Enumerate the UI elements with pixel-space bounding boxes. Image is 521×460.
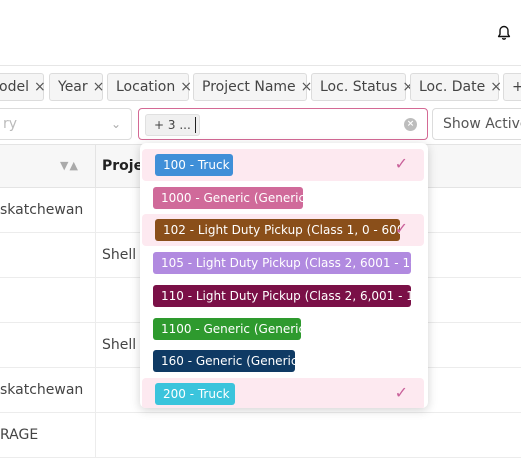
column-divider [95,278,96,323]
dropdown-option[interactable]: 1000 - Generic (Generic) [140,182,428,214]
column-divider [95,413,96,458]
table-cell: skatchewan [0,382,84,398]
dropdown-option[interactable]: 100 - Truck ✓ [142,149,424,181]
chip-label: Loc. Date [419,79,486,95]
close-icon[interactable]: × [93,79,105,95]
option-tag: 160 - Generic (Generic) [153,350,295,372]
close-icon[interactable]: × [34,79,46,95]
chip-label: Year [58,79,88,95]
check-icon: ✓ [394,219,408,238]
vehicle-type-dropdown: 100 - Truck ✓ 1000 - Generic (Generic) 102 … [140,143,428,408]
filter-chip-year[interactable]: Year × [49,73,105,101]
close-icon[interactable]: × [490,79,502,95]
vehicle-type-multiselect[interactable]: + 3 ... × [138,108,428,140]
filter-chip-loc-date[interactable]: Loc. Date × [410,73,502,101]
chip-label: Location [116,79,176,95]
clear-icon[interactable]: × [404,118,417,131]
table-row[interactable]: RAGE [0,413,521,458]
category-select[interactable]: ry ⌄ [0,108,132,140]
close-icon[interactable]: × [180,79,192,95]
filter-chip-project-name[interactable]: Project Name × [193,73,312,101]
check-icon: ✓ [394,154,408,173]
dropdown-option[interactable]: 110 - Light Duty Pickup (Class 2, 6,001 … [140,280,428,312]
show-active-select[interactable]: Show Active [432,108,521,140]
table-cell: RAGE [0,427,39,443]
bell-icon[interactable] [496,25,512,41]
dropdown-option[interactable]: 102 - Light Duty Pickup (Class 1, 0 - 60… [142,214,424,246]
top-bar [0,0,521,66]
filter-chip-model[interactable]: odel × [0,73,46,101]
option-tag: 105 - Light Duty Pickup (Class 2, 6001 -… [153,252,411,274]
option-tag: 102 - Light Duty Pickup (Class 1, 0 - 60… [155,219,400,241]
table-cell: skatchewan [0,202,84,218]
dropdown-option[interactable]: 160 - Generic (Generic) [140,345,428,377]
option-tag: 1000 - Generic (Generic) [153,187,303,209]
filter-chip-bar: odel × Year × Location × Project Name × Loc.… [0,73,521,103]
check-icon: ✓ [394,383,408,402]
chip-label: + [512,79,521,95]
option-tag: 110 - Light Duty Pickup (Class 2, 6,001 … [153,285,411,307]
column-divider[interactable] [95,145,96,189]
filter-chip-location[interactable]: Location × [107,73,192,101]
column-divider [95,368,96,413]
add-filter-button[interactable]: + [503,73,521,101]
dropdown-option[interactable]: 200 - Truck ✓ [142,378,424,408]
chevron-down-icon: ⌄ [110,117,121,131]
chip-label: Loc. Status [320,79,398,95]
chip-label: Project Name [202,79,296,95]
filter-controls: ry ⌄ + 3 ... × Show Active [0,108,521,140]
chip-label: odel [0,79,29,95]
show-active-label: Show Active [443,116,521,132]
option-tag: 1100 - Generic (Generic) [153,318,301,340]
select-placeholder: ry [3,116,18,132]
selected-count-tag[interactable]: + 3 ... [145,114,200,136]
option-tag: 100 - Truck [155,154,233,176]
dropdown-option[interactable]: 105 - Light Duty Pickup (Class 2, 6001 -… [140,247,428,279]
sort-icon[interactable]: ▼▲ [60,159,79,172]
dropdown-option[interactable]: 1100 - Generic (Generic) [140,313,428,345]
text-caret [195,117,196,133]
option-tag: 200 - Truck [155,383,235,405]
column-header-project[interactable]: Proje [102,158,143,174]
column-divider [95,323,96,368]
column-divider [95,233,96,278]
filter-chip-loc-status[interactable]: Loc. Status × [311,73,414,101]
column-divider [95,188,96,233]
